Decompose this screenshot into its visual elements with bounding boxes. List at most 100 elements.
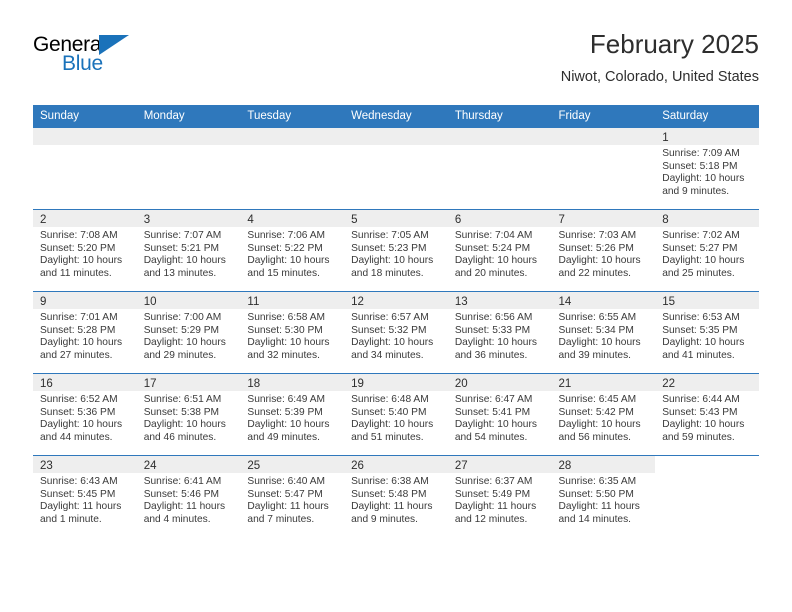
weekday-header-row: Sunday Monday Tuesday Wednesday Thursday…: [33, 105, 759, 127]
calendar-day-cell[interactable]: 28 Sunrise: 6:35 AM Sunset: 5:50 PM Dayligh…: [551, 455, 656, 537]
day-details: Sunrise: 7:09 AM Sunset: 5:18 PM Daylight:…: [655, 145, 759, 198]
calendar-day-cell[interactable]: 22 Sunrise: 6:44 AM Sunset: 5:43 PM Dayligh…: [655, 373, 759, 455]
calendar-cell: 7 Sunrise: 7:03 AM Sunset: 5:26 PM Daylight…: [551, 209, 656, 291]
daylight-text-line2: and 13 minutes.: [143, 267, 217, 279]
day-number-bar: 1: [655, 128, 759, 145]
daylight-text-line1: Daylight: 11 hours: [558, 501, 640, 513]
daylight-text-line1: Daylight: 10 hours: [40, 337, 123, 349]
calendar-empty-cell: [33, 127, 137, 209]
day-number-bar: 7: [551, 210, 656, 227]
weekday-header-friday: Friday: [551, 105, 656, 127]
calendar-day-cell[interactable]: 26 Sunrise: 6:38 AM Sunset: 5:48 PM Dayligh…: [344, 455, 448, 537]
day-number-bar: 4: [240, 210, 345, 227]
day-number: 9: [40, 296, 47, 308]
page-title: February 2025: [589, 29, 759, 59]
calendar-cell: 25 Sunrise: 6:40 AM Sunset: 5:47 PM Dayligh…: [240, 455, 345, 537]
day-number-bar: 13: [447, 292, 552, 309]
sunrise-text: Sunrise: 6:35 AM: [558, 476, 637, 487]
daylight-text-line1: Daylight: 10 hours: [454, 419, 537, 431]
day-number-bar: [655, 456, 759, 473]
calendar-cell: 28 Sunrise: 6:35 AM Sunset: 5:50 PM Dayligh…: [551, 455, 656, 537]
calendar-day-cell[interactable]: 13 Sunrise: 6:56 AM Sunset: 5:33 PM Dayligh…: [447, 291, 552, 373]
calendar-cell: 18 Sunrise: 6:49 AM Sunset: 5:39 PM Dayligh…: [240, 373, 345, 455]
day-details: Sunrise: 6:55 AM Sunset: 5:34 PM Daylight:…: [552, 309, 656, 362]
calendar-day-cell[interactable]: 3 Sunrise: 7:07 AM Sunset: 5:21 PM Daylight…: [136, 209, 241, 291]
calendar-day-cell[interactable]: 15 Sunrise: 6:53 AM Sunset: 5:35 PM Dayligh…: [655, 291, 759, 373]
day-details: Sunrise: 6:41 AM Sunset: 5:46 PM Daylight:…: [137, 473, 241, 526]
calendar-day-cell[interactable]: 17 Sunrise: 6:51 AM Sunset: 5:38 PM Dayligh…: [136, 373, 241, 455]
calendar-day-cell[interactable]: 8 Sunrise: 7:02 AM Sunset: 5:27 PM Daylight…: [655, 209, 759, 291]
daylight-text-line1: Daylight: 10 hours: [40, 255, 123, 267]
sunrise-text: Sunrise: 7:09 AM: [662, 148, 740, 159]
calendar-day-cell[interactable]: 9 Sunrise: 7:01 AM Sunset: 5:28 PM Daylight…: [33, 291, 137, 373]
calendar-day-cell[interactable]: 19 Sunrise: 6:48 AM Sunset: 5:40 PM Dayligh…: [344, 373, 448, 455]
day-number-bar: 21: [551, 374, 656, 391]
daylight-text-line1: Daylight: 10 hours: [40, 419, 123, 431]
sunrise-text: Sunrise: 6:52 AM: [40, 394, 118, 405]
day-details: Sunrise: 6:49 AM Sunset: 5:39 PM Daylight:…: [240, 391, 344, 444]
sunset-text: Sunset: 5:41 PM: [454, 406, 531, 418]
day-number-bar: 20: [447, 374, 552, 391]
daylight-text-line2: and 44 minutes.: [40, 431, 113, 443]
daylight-text-line1: Daylight: 11 hours: [143, 501, 226, 513]
day-details: Sunrise: 6:35 AM Sunset: 5:50 PM Daylight:…: [552, 473, 656, 526]
day-number-bar: 10: [136, 292, 241, 309]
sunset-text: Sunset: 5:45 PM: [40, 488, 116, 500]
sunrise-text: Sunrise: 7:04 AM: [454, 230, 533, 241]
calendar-day-cell[interactable]: 12 Sunrise: 6:57 AM Sunset: 5:32 PM Dayligh…: [344, 291, 448, 373]
calendar-day-cell[interactable]: 27 Sunrise: 6:37 AM Sunset: 5:49 PM Dayligh…: [447, 455, 552, 537]
calendar-cell: [344, 127, 448, 209]
calendar-day-cell[interactable]: 25 Sunrise: 6:40 AM Sunset: 5:47 PM Dayligh…: [240, 455, 345, 537]
daylight-text-line2: and 14 minutes.: [558, 513, 632, 525]
calendar-day-cell[interactable]: 2 Sunrise: 7:08 AM Sunset: 5:20 PM Daylight…: [33, 209, 137, 291]
sunrise-text: Sunrise: 7:00 AM: [143, 312, 222, 323]
calendar-day-cell[interactable]: 18 Sunrise: 6:49 AM Sunset: 5:39 PM Dayligh…: [240, 373, 345, 455]
calendar-empty-cell: [240, 127, 345, 209]
calendar-day-cell[interactable]: 10 Sunrise: 7:00 AM Sunset: 5:29 PM Dayligh…: [136, 291, 241, 373]
sunset-text: Sunset: 5:20 PM: [40, 242, 116, 254]
calendar-day-cell[interactable]: 11 Sunrise: 6:58 AM Sunset: 5:30 PM Dayligh…: [240, 291, 345, 373]
day-number: 21: [558, 378, 572, 390]
calendar-day-cell[interactable]: 5 Sunrise: 7:05 AM Sunset: 5:23 PM Daylight…: [344, 209, 448, 291]
day-details: Sunrise: 7:08 AM Sunset: 5:20 PM Daylight:…: [33, 227, 137, 280]
page-header: General Blue February 2025 Niwot, Colora…: [33, 28, 759, 98]
calendar-cell: 6 Sunrise: 7:04 AM Sunset: 5:24 PM Daylight…: [447, 209, 552, 291]
calendar-day-cell[interactable]: 4 Sunrise: 7:06 AM Sunset: 5:22 PM Daylight…: [240, 209, 345, 291]
calendar-day-cell[interactable]: 6 Sunrise: 7:04 AM Sunset: 5:24 PM Daylight…: [447, 209, 552, 291]
day-number-bar: [344, 128, 448, 145]
calendar-cell: 27 Sunrise: 6:37 AM Sunset: 5:49 PM Dayligh…: [447, 455, 552, 537]
calendar-day-cell[interactable]: 1 Sunrise: 7:09 AM Sunset: 5:18 PM Daylight…: [655, 127, 759, 209]
sunrise-text: Sunrise: 6:40 AM: [247, 476, 325, 487]
calendar-page: General Blue February 2025 Niwot, Colora…: [0, 0, 792, 612]
day-number: 25: [247, 460, 261, 472]
weekday-header-saturday: Saturday: [655, 105, 759, 127]
calendar-cell: [655, 455, 759, 537]
daylight-text-line2: and 49 minutes.: [247, 431, 320, 443]
daylight-text-line1: Daylight: 10 hours: [247, 419, 330, 431]
calendar-day-cell[interactable]: 21 Sunrise: 6:45 AM Sunset: 5:42 PM Dayligh…: [551, 373, 656, 455]
calendar-day-cell[interactable]: 16 Sunrise: 6:52 AM Sunset: 5:36 PM Dayligh…: [33, 373, 137, 455]
calendar-day-cell[interactable]: 20 Sunrise: 6:47 AM Sunset: 5:41 PM Dayligh…: [447, 373, 552, 455]
calendar-cell: 15 Sunrise: 6:53 AM Sunset: 5:35 PM Dayligh…: [655, 291, 759, 373]
day-details: Sunrise: 6:37 AM Sunset: 5:49 PM Daylight:…: [448, 473, 552, 526]
calendar-week-row: 16 Sunrise: 6:52 AM Sunset: 5:36 PM Dayligh…: [33, 373, 759, 455]
day-number-bar: [33, 128, 137, 145]
day-number: 23: [40, 460, 53, 472]
calendar-day-cell[interactable]: 23 Sunrise: 6:43 AM Sunset: 5:45 PM Dayligh…: [33, 455, 137, 537]
calendar-cell: 10 Sunrise: 7:00 AM Sunset: 5:29 PM Dayligh…: [136, 291, 241, 373]
calendar-empty-cell: [447, 127, 552, 209]
daylight-text-line2: and 32 minutes.: [247, 349, 320, 361]
sunrise-text: Sunrise: 6:58 AM: [247, 312, 325, 323]
daylight-text-line2: and 4 minutes.: [143, 513, 211, 525]
day-number-bar: 6: [447, 210, 552, 227]
sunrise-text: Sunrise: 7:08 AM: [40, 230, 118, 241]
calendar-day-cell[interactable]: 24 Sunrise: 6:41 AM Sunset: 5:46 PM Dayligh…: [136, 455, 241, 537]
day-number: 13: [454, 296, 468, 308]
calendar-cell: [551, 127, 656, 209]
calendar-empty-cell: [344, 127, 448, 209]
sunrise-text: Sunrise: 7:01 AM: [40, 312, 118, 323]
calendar-day-cell[interactable]: 14 Sunrise: 6:55 AM Sunset: 5:34 PM Dayligh…: [551, 291, 656, 373]
calendar-day-cell[interactable]: 7 Sunrise: 7:03 AM Sunset: 5:26 PM Daylight…: [551, 209, 656, 291]
calendar-week-row: 23 Sunrise: 6:43 AM Sunset: 5:45 PM Dayligh…: [33, 455, 759, 537]
calendar-body: 1 Sunrise: 7:09 AM Sunset: 5:18 PM Daylight…: [33, 127, 759, 537]
